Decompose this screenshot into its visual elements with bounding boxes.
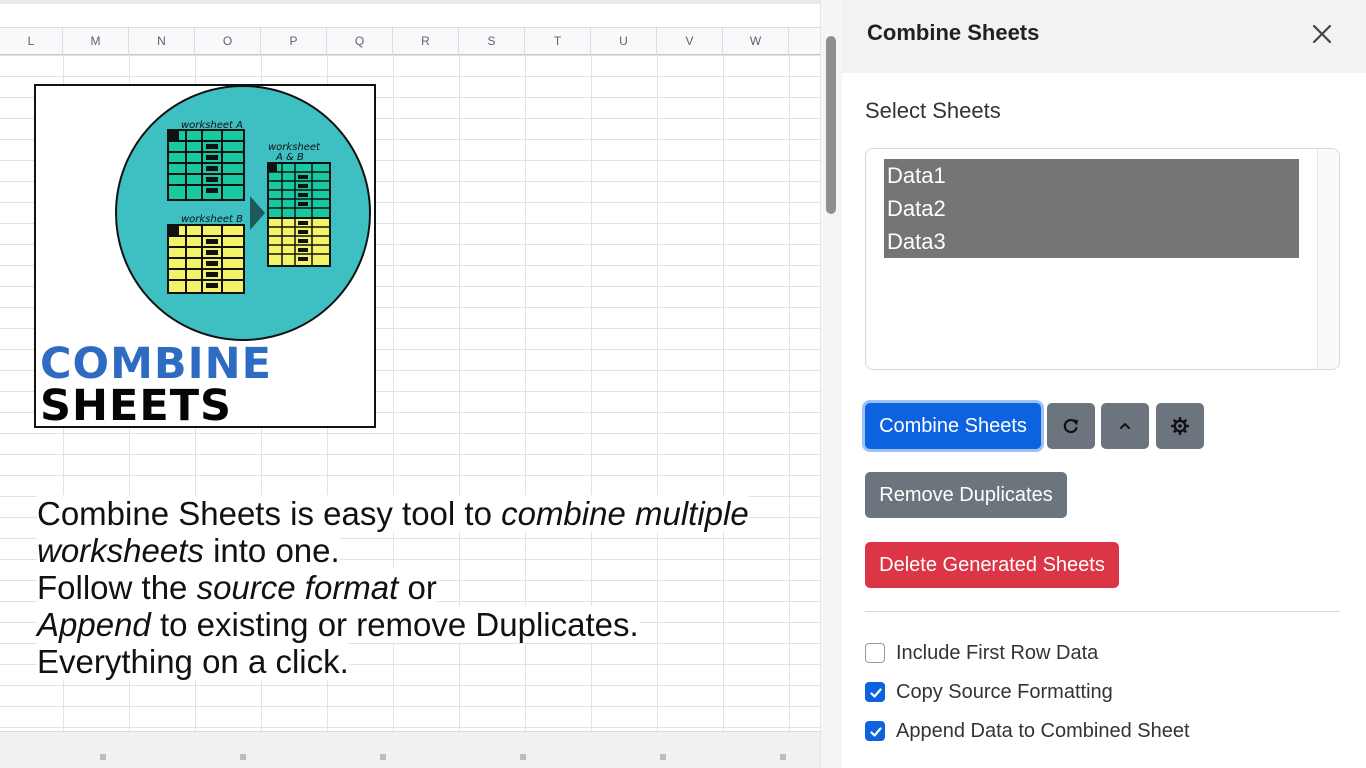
description-line-3: Follow the source format or (37, 569, 820, 606)
checkmark-icon (870, 727, 882, 737)
append-data-label: Append Data to Combined Sheet (896, 720, 1190, 742)
gear-icon (1170, 416, 1190, 436)
column-header-row: L M N O P Q R S T U V W (0, 27, 820, 55)
worksheet-ab-label-2: A & B (275, 152, 304, 163)
column-header-w[interactable]: W (723, 28, 789, 55)
toolbar-edge (0, 0, 820, 4)
sheet-select-list[interactable]: Data1 Data2 Data3 (865, 148, 1340, 370)
description-line-5: Everything on a click. (37, 643, 820, 680)
description-text-3b: or (398, 569, 437, 606)
combine-sheets-button[interactable]: Combine Sheets (865, 403, 1041, 449)
options-divider (865, 611, 1340, 612)
scrollbar-thumb[interactable] (826, 36, 836, 214)
logo-word-combine: COMBINE (40, 339, 273, 389)
settings-button[interactable] (1156, 403, 1204, 449)
description-text: Combine Sheets is easy tool to combine m… (37, 495, 820, 680)
description-bold: Combine Sheets (37, 495, 281, 532)
sheet-option-data2[interactable]: Data2 (884, 192, 1299, 225)
description-italic-4: Append (37, 606, 151, 643)
collapse-button[interactable] (1101, 403, 1149, 449)
description-line-4: Append to existing or remove Duplicates. (37, 606, 820, 643)
column-header-n[interactable]: N (129, 28, 195, 55)
column-header-r[interactable]: R (393, 28, 459, 55)
column-header-q[interactable]: Q (327, 28, 393, 55)
refresh-button[interactable] (1047, 403, 1095, 449)
option-include-first-row[interactable]: Include First Row Data (865, 641, 1125, 667)
spreadsheet-area: L M N O P Q R S T U V W worksheet A work… (0, 0, 820, 768)
delete-generated-sheets-button[interactable]: Delete Generated Sheets (865, 542, 1119, 588)
select-sheets-label: Select Sheets (865, 98, 1001, 123)
column-header-o[interactable]: O (195, 28, 261, 55)
close-icon[interactable] (1308, 20, 1336, 48)
copy-source-formatting-label: Copy Source Formatting (896, 681, 1113, 703)
description-em-4: remove Duplicates. (356, 606, 639, 643)
column-header-t[interactable]: T (525, 28, 591, 55)
description-italic-3: source format (196, 569, 399, 606)
description-line-1: Combine Sheets is easy tool to combine m… (37, 495, 820, 532)
refresh-icon (1063, 418, 1078, 434)
table-ab-icon (267, 162, 331, 267)
chevron-up-icon (1120, 423, 1130, 429)
sheet-scrollbar[interactable] (820, 0, 842, 768)
sheet-option-data3[interactable]: Data3 (884, 225, 1299, 258)
description-text-5: Everything on a click. (37, 643, 349, 680)
option-append-data[interactable]: Append Data to Combined Sheet (865, 719, 1205, 745)
sheet-tabs-bar (0, 731, 820, 768)
append-data-checkbox[interactable] (865, 721, 885, 741)
worksheet-b-label: worksheet B (181, 214, 243, 225)
combine-sheets-sidebar: Combine Sheets Select Sheets Data1 Data2… (842, 0, 1366, 768)
combine-sheets-logo[interactable]: worksheet A worksheet B worksheet A & B … (34, 84, 376, 428)
description-line-2: worksheets into one. (37, 532, 820, 569)
include-first-row-label: Include First Row Data (896, 642, 1099, 664)
column-header-l[interactable]: L (0, 28, 63, 55)
option-copy-source-formatting[interactable]: Copy Source Formatting (865, 680, 1125, 706)
table-a-icon (167, 129, 245, 201)
worksheet-a-label: worksheet A (181, 120, 243, 131)
sidebar-title: Combine Sheets (867, 20, 1040, 45)
sheet-option-data1[interactable]: Data1 (884, 159, 1299, 192)
description-italic-2: worksheets (37, 532, 204, 569)
remove-duplicates-button[interactable]: Remove Duplicates (865, 472, 1067, 518)
app-root: L M N O P Q R S T U V W worksheet A work… (0, 0, 1366, 768)
column-header-p[interactable]: P (261, 28, 327, 55)
sidebar-header: Combine Sheets (842, 0, 1366, 73)
column-header-s[interactable]: S (459, 28, 525, 55)
column-header-v[interactable]: V (657, 28, 723, 55)
logo-word-sheets: SHEETS (40, 381, 233, 431)
description-italic-1: combine multiple (501, 495, 749, 532)
description-text-3a: Follow the (37, 569, 197, 606)
copy-source-formatting-checkbox[interactable] (865, 682, 885, 702)
checkmark-icon (870, 688, 882, 698)
description-text-2: into one. (203, 532, 340, 569)
sheet-list-scrollbar[interactable] (1317, 149, 1339, 369)
column-header-m[interactable]: M (63, 28, 129, 55)
description-text-1: is easy tool to (280, 495, 502, 532)
description-text-4: to existing or (150, 606, 357, 643)
include-first-row-checkbox[interactable] (865, 643, 885, 663)
column-header-u[interactable]: U (591, 28, 657, 55)
column-header-x[interactable] (789, 28, 820, 55)
table-b-icon (167, 224, 245, 294)
